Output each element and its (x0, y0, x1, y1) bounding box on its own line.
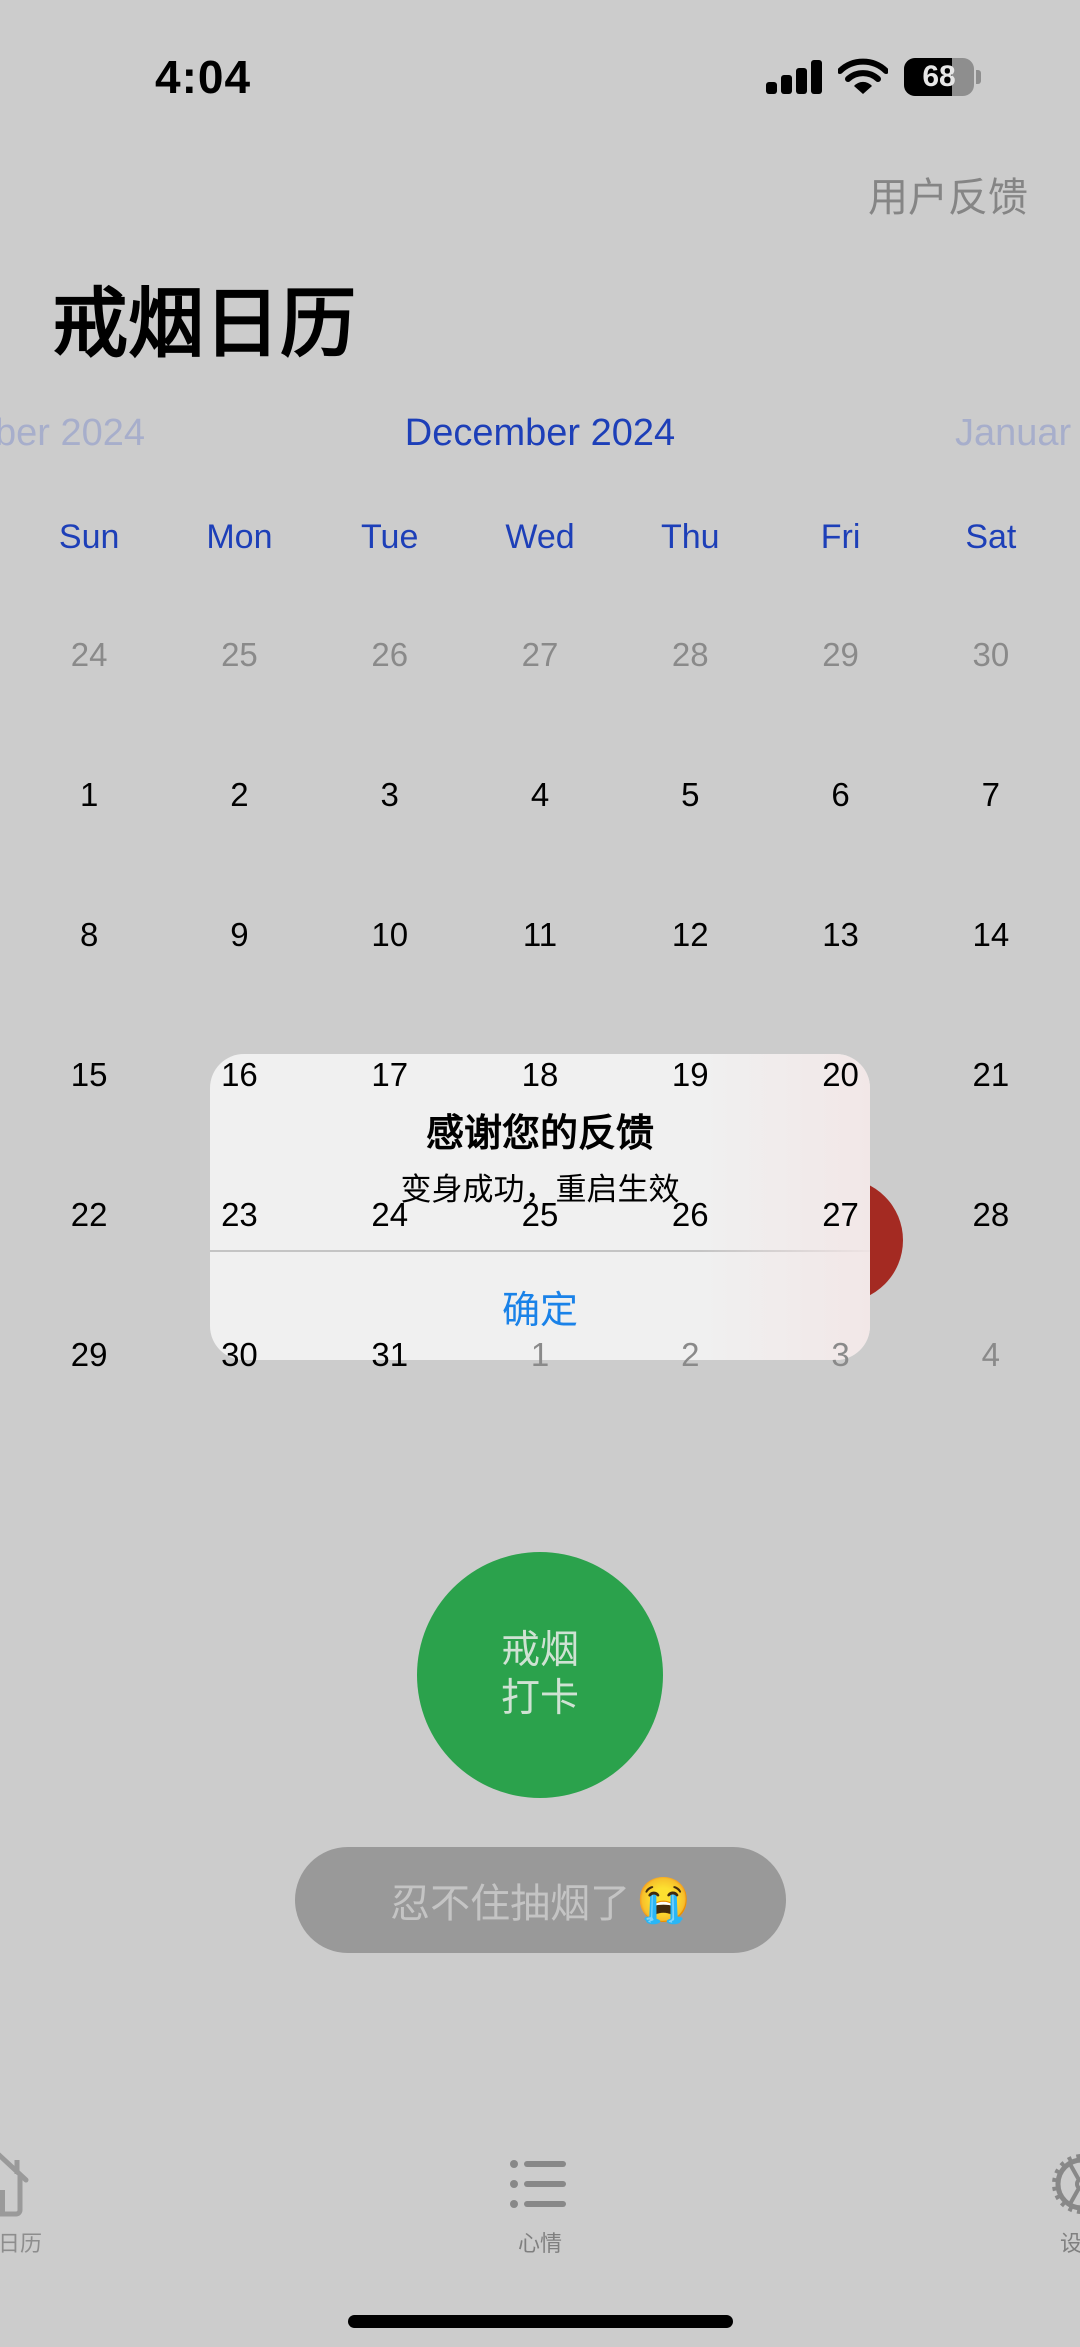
day-number: 6 (831, 776, 850, 813)
day-number: 17 (371, 1056, 409, 1093)
day-number: 30 (972, 636, 1010, 673)
day-number: 25 (521, 1196, 559, 1233)
day-number: 29 (70, 1336, 108, 1373)
day-number: 29 (822, 636, 859, 673)
day-number: 7 (981, 776, 1001, 813)
day-number: 28 (972, 1196, 1010, 1233)
day-number: 30 (221, 1336, 258, 1373)
day-number: 19 (671, 1056, 709, 1093)
day-number: 3 (380, 776, 399, 813)
day-number: 25 (221, 636, 258, 673)
day-number: 28 (671, 636, 709, 673)
day-number: 26 (371, 636, 409, 673)
day-number: 15 (70, 1056, 108, 1093)
day-number: 14 (972, 916, 1010, 953)
day-number: 2 (681, 1336, 700, 1373)
day-number: 21 (972, 1056, 1010, 1093)
day-number: 11 (522, 916, 558, 953)
day-number: 13 (822, 916, 859, 953)
day-number: 4 (981, 1336, 1001, 1373)
day-number: 27 (822, 1196, 859, 1233)
day-number: 31 (371, 1336, 409, 1373)
day-number: 12 (671, 916, 709, 953)
day-number: 9 (230, 916, 249, 953)
day-number: 16 (221, 1056, 258, 1093)
day-number: 24 (70, 636, 108, 673)
day-number: 1 (530, 1336, 550, 1373)
day-number: 1 (79, 776, 99, 813)
day-number: 24 (371, 1196, 409, 1233)
dialog-title: 感谢您的反馈 (425, 1113, 654, 1155)
day-number: 4 (530, 776, 550, 813)
day-number: 26 (671, 1196, 709, 1233)
day-number: 22 (70, 1196, 108, 1233)
day-number: 23 (221, 1196, 258, 1233)
day-number: 18 (521, 1056, 559, 1093)
day-number: 10 (371, 916, 409, 953)
day-number: 27 (521, 636, 559, 673)
day-number: 2 (230, 776, 249, 813)
day-number: 20 (822, 1056, 859, 1093)
day-number: 3 (831, 1336, 850, 1373)
day-number: 5 (681, 776, 700, 813)
day-number: 8 (79, 916, 99, 953)
